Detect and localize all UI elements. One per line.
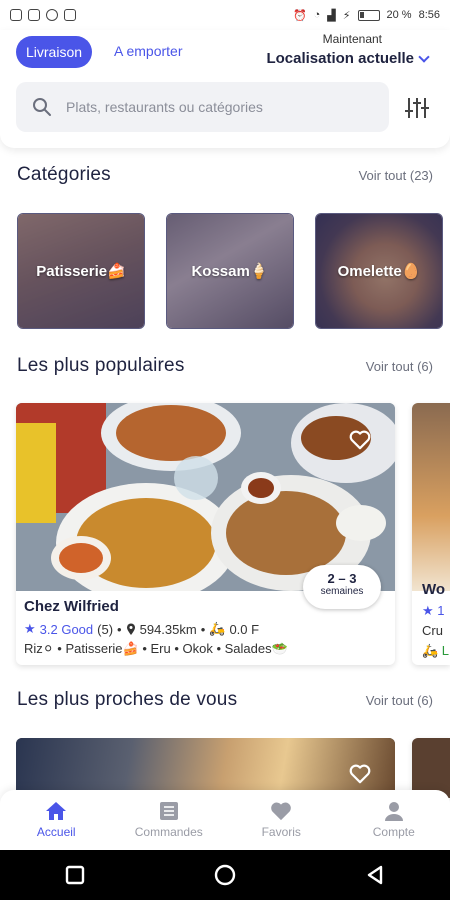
nav-home-label: Accueil: [36, 825, 76, 839]
restaurant-card[interactable]: 2 – 3 semaines Chez Wilfried ★ 3.2 Good …: [16, 403, 395, 665]
restaurant-review-count: (5): [97, 621, 114, 637]
restaurant-delivery-fee: 0.0 F: [229, 621, 260, 637]
header: Livraison A emporter Maintenant Localisa…: [0, 30, 450, 148]
delivery-time-range: 2 – 3: [327, 571, 357, 586]
status-bar: ⏰ ◔ ▟ ⚡ 20 % 8:56: [0, 0, 450, 30]
app-icon: [46, 9, 58, 21]
popular-title: Les plus populaires: [17, 355, 185, 376]
nearby-restaurant-card[interactable]: [16, 738, 395, 798]
heart-icon: [271, 802, 292, 821]
location-value: Localisation actuelle: [266, 50, 414, 67]
orders-icon: [159, 802, 178, 820]
nearby-restaurant-card-peek[interactable]: [412, 738, 450, 798]
clock: 8:56: [418, 9, 440, 21]
categories-see-all-link[interactable]: Voir tout (23): [359, 168, 433, 183]
category-label: Omelette🥚: [337, 263, 421, 280]
nav-home[interactable]: Accueil: [0, 790, 113, 850]
restaurant-meta: ★ 3.2 Good (5) • 594.35km • 🛵 0.0 F: [24, 621, 260, 637]
alarm-icon: ⏰: [292, 9, 307, 22]
categories-title: Catégories: [17, 164, 111, 185]
search-bar[interactable]: [16, 82, 389, 132]
search-icon: [33, 98, 51, 116]
restaurant-tags: Riz⚪ • Patisserie🍰 • Eru • Okok • Salade…: [24, 641, 288, 656]
scooter-icon: 🛵: [209, 621, 226, 636]
system-navigation-bar: [0, 850, 450, 900]
restaurant-card-peek[interactable]: Wo ★ 1 Cru 🛵 L: [412, 403, 450, 665]
takeaway-mode-button[interactable]: A emporter: [114, 43, 182, 59]
restaurant-image: [412, 403, 450, 591]
delivery-time-badge: 2 – 3 semaines: [303, 565, 381, 609]
recent-apps-icon[interactable]: [65, 865, 85, 885]
user-icon: [384, 802, 403, 821]
search-input[interactable]: [66, 99, 366, 115]
filter-icon[interactable]: [404, 96, 430, 120]
wifi-icon: ◔: [313, 9, 321, 21]
nav-orders-label: Commandes: [134, 825, 203, 839]
bottom-navigation: Accueil Commandes Favoris Compte: [0, 790, 450, 850]
popular-see-all-link[interactable]: Voir tout (6): [366, 359, 433, 374]
restaurant-name: Wo: [422, 581, 446, 598]
notification-icon: [10, 9, 22, 21]
nearby-title: Les plus proches de vous: [17, 689, 238, 710]
delivery-time-unit: semaines: [320, 586, 364, 597]
nav-orders[interactable]: Commandes: [113, 790, 226, 850]
home-button-icon[interactable]: [214, 864, 236, 886]
image-icon: [64, 9, 76, 21]
delivery-mode-button[interactable]: Livraison: [16, 36, 93, 68]
category-card-omelette[interactable]: Omelette🥚: [315, 213, 443, 329]
location-selector[interactable]: Localisation actuelle: [266, 50, 430, 67]
nav-account[interactable]: Compte: [338, 790, 450, 850]
battery-icon: [357, 9, 380, 21]
nav-account-label: Compte: [372, 825, 415, 839]
charging-icon: ⚡: [342, 9, 351, 22]
restaurant-image: [16, 738, 395, 798]
restaurant-name: Chez Wilfried: [24, 598, 119, 615]
restaurant-image: [16, 403, 395, 591]
back-icon[interactable]: [365, 865, 385, 885]
mail-icon: [28, 9, 40, 21]
location-time-label: Maintenant: [322, 32, 382, 46]
favorite-heart-icon[interactable]: [349, 430, 371, 450]
restaurant-rating: 3.2 Good: [39, 621, 94, 637]
category-label: Kossam🍦: [191, 263, 269, 280]
nav-favorites-label: Favoris: [261, 825, 301, 839]
category-label: Patisserie🍰: [36, 263, 126, 280]
nav-favorites[interactable]: Favoris: [225, 790, 338, 850]
favorite-heart-icon[interactable]: [349, 764, 371, 784]
signal-icon: ▟: [327, 9, 336, 22]
battery-level: 20 %: [386, 9, 412, 21]
home-icon: [46, 802, 67, 820]
location-pin-icon: [126, 623, 135, 635]
nearby-see-all-link[interactable]: Voir tout (6): [366, 693, 433, 708]
category-card-patisserie[interactable]: Patisserie🍰: [17, 213, 145, 329]
star-icon: ★: [24, 621, 36, 636]
chevron-down-icon: [418, 50, 430, 63]
restaurant-tags: Cru: [422, 623, 443, 638]
restaurant-rating: ★ 1: [422, 603, 445, 618]
restaurant-delivery-fee: 🛵 L: [422, 643, 450, 658]
restaurant-distance: 594.35km: [139, 621, 197, 637]
category-card-kossam[interactable]: Kossam🍦: [166, 213, 294, 329]
